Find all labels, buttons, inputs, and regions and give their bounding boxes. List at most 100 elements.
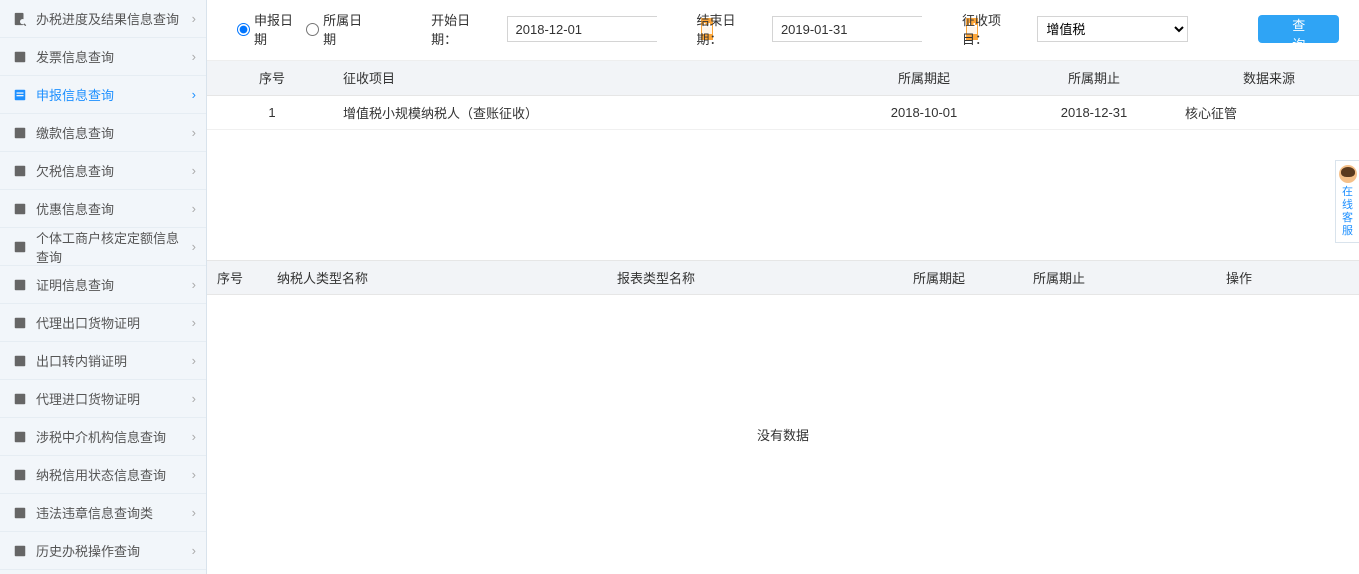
sidebar-item-declaration[interactable]: 申报信息查询 › (0, 76, 206, 114)
sidebar-item-history[interactable]: 历史办税操作查询 › (0, 532, 206, 570)
sidebar-label: 涉税中介机构信息查询 (36, 427, 192, 446)
radio-label: 所属日期 (323, 10, 371, 48)
sidebar-item-violation[interactable]: 违法违章信息查询类 › (0, 494, 206, 532)
sidebar-item-arrears[interactable]: 欠税信息查询 › (0, 152, 206, 190)
col2-seq: 序号 (207, 261, 277, 295)
project-label: 征收项目： (962, 10, 1023, 48)
cell-source: 核心征管 (1179, 95, 1359, 129)
sidebar-item-proof[interactable]: 证明信息查询 › (0, 266, 206, 304)
cell-project: 增值税小规模纳税人（查账征收） (337, 95, 839, 129)
sidebar-item-payment[interactable]: 缴款信息查询 › (0, 114, 206, 152)
sidebar-label: 发票信息查询 (36, 47, 192, 66)
start-date-label: 开始日期： (431, 10, 492, 48)
col-project: 征收项目 (337, 61, 839, 95)
chevron-right-icon: › (192, 429, 196, 444)
sidebar-item-invoice[interactable]: 发票信息查询 › (0, 38, 206, 76)
chevron-right-icon: › (192, 49, 196, 64)
chevron-right-icon: › (192, 239, 196, 254)
col-source: 数据来源 (1179, 61, 1359, 95)
sidebar-label: 缴款信息查询 (36, 123, 192, 142)
sidebar-label: 证明信息查询 (36, 275, 192, 294)
export-icon (12, 315, 28, 331)
sidebar-label: 个体工商户核定定额信息查询 (36, 228, 192, 266)
sidebar-label: 代理出口货物证明 (36, 313, 192, 332)
chevron-right-icon: › (192, 543, 196, 558)
chevron-right-icon: › (192, 467, 196, 482)
sidebar-label: 违法违章信息查询类 (36, 503, 192, 522)
chevron-right-icon: › (192, 315, 196, 330)
sidebar-label: 纳税信用状态信息查询 (36, 465, 192, 484)
sidebar-label: 申报信息查询 (36, 85, 192, 104)
discount-icon (12, 201, 28, 217)
credit-icon (12, 467, 28, 483)
date-type-radio-group: 申报日期 所属日期 (237, 10, 371, 48)
sidebar-label: 出口转内销证明 (36, 351, 192, 370)
sidebar-item-intermediary[interactable]: 涉税中介机构信息查询 › (0, 418, 206, 456)
query-button[interactable]: 查询 (1258, 15, 1339, 43)
col2-start: 所属期起 (879, 261, 999, 295)
project-select[interactable]: 增值税 (1037, 16, 1188, 42)
support-widget[interactable]: 在线客服 (1335, 160, 1359, 243)
export-domestic-icon (12, 353, 28, 369)
radio-declare-input[interactable] (237, 23, 250, 36)
chevron-right-icon: › (192, 87, 196, 102)
chevron-right-icon: › (192, 505, 196, 520)
support-avatar-icon (1339, 165, 1357, 183)
col-seq: 序号 (207, 61, 337, 95)
col2-action: 操作 (1119, 261, 1359, 295)
declaration-icon (12, 87, 28, 103)
col2-end: 所属期止 (999, 261, 1119, 295)
cell-start: 2018-10-01 (839, 95, 1009, 129)
results-table-1: 序号 征收项目 所属期起 所属期止 数据来源 1 增值税小规模纳税人（查账征收）… (207, 61, 1359, 130)
sidebar-label: 代理进口货物证明 (36, 389, 192, 408)
sidebar-item-progress[interactable]: 办税进度及结果信息查询 › (0, 0, 206, 38)
end-date-input[interactable] (773, 17, 965, 41)
document-search-icon (12, 11, 28, 27)
payment-icon (12, 125, 28, 141)
history-icon (12, 543, 28, 559)
col2-taxpayer: 纳税人类型名称 (277, 261, 617, 295)
col-start: 所属期起 (839, 61, 1009, 95)
table-row[interactable]: 1 增值税小规模纳税人（查账征收） 2018-10-01 2018-12-31 … (207, 95, 1359, 129)
spacer (207, 130, 1359, 260)
col-end: 所属期止 (1009, 61, 1179, 95)
end-date-field[interactable] (772, 16, 922, 42)
support-label: 在线客服 (1342, 186, 1353, 237)
start-date-input[interactable] (508, 17, 700, 41)
sidebar-label: 办税进度及结果信息查询 (36, 9, 192, 28)
cell-seq: 1 (207, 95, 337, 129)
sidebar-label: 历史办税操作查询 (36, 541, 192, 560)
sidebar-label: 欠税信息查询 (36, 161, 192, 180)
filter-bar: 申报日期 所属日期 开始日期： 结束日期： 征收项目： 增值税 (207, 0, 1359, 61)
col2-report: 报表类型名称 (617, 261, 879, 295)
violation-icon (12, 505, 28, 521)
sidebar: 办税进度及结果信息查询 › 发票信息查询 › 申报信息查询 › 缴款信息查询 ›… (0, 0, 207, 574)
radio-label: 申报日期 (254, 10, 302, 48)
sidebar-label: 优惠信息查询 (36, 199, 192, 218)
sidebar-item-credit[interactable]: 纳税信用状态信息查询 › (0, 456, 206, 494)
chevron-right-icon: › (192, 125, 196, 140)
arrears-icon (12, 163, 28, 179)
main-content: 申报日期 所属日期 开始日期： 结束日期： 征收项目： 增值税 (207, 0, 1359, 574)
results-table-2: 序号 纳税人类型名称 报表类型名称 所属期起 所属期止 操作 没有数据 (207, 260, 1359, 574)
sidebar-item-discount[interactable]: 优惠信息查询 › (0, 190, 206, 228)
chevron-right-icon: › (192, 277, 196, 292)
sidebar-item-export-agent[interactable]: 代理出口货物证明 › (0, 304, 206, 342)
sidebar-item-individual[interactable]: 个体工商户核定定额信息查询 › (0, 228, 206, 266)
chevron-right-icon: › (192, 391, 196, 406)
chevron-right-icon: › (192, 201, 196, 216)
invoice-icon (12, 49, 28, 65)
chevron-right-icon: › (192, 353, 196, 368)
sidebar-item-import-agent[interactable]: 代理进口货物证明 › (0, 380, 206, 418)
no-data-message: 没有数据 (207, 295, 1359, 574)
start-date-field[interactable] (507, 16, 657, 42)
chevron-right-icon: › (192, 11, 196, 26)
radio-declare-date[interactable]: 申报日期 (237, 10, 302, 48)
individual-icon (12, 239, 28, 255)
proof-icon (12, 277, 28, 293)
sidebar-item-export-domestic[interactable]: 出口转内销证明 › (0, 342, 206, 380)
radio-period-input[interactable] (306, 23, 319, 36)
radio-period-date[interactable]: 所属日期 (306, 10, 371, 48)
cell-end: 2018-12-31 (1009, 95, 1179, 129)
import-icon (12, 391, 28, 407)
